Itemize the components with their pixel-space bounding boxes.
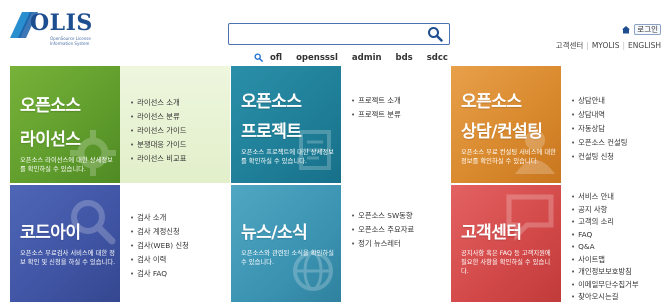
menu-link[interactable]: 컨설팅 신청 <box>571 150 660 164</box>
login-label: 로그인 <box>634 24 661 35</box>
search-box <box>228 23 450 45</box>
menu-link[interactable]: 라이선스 비교표 <box>130 152 230 166</box>
consulting-feature-panel[interactable]: 오픈소스 상담/컨설팅 오픈소스 무료 컨설팅 서비스에 대한 정보를 확인하실… <box>451 66 561 183</box>
divider: | <box>622 41 626 50</box>
tile-description: 공지사항 혹은 FAQ 등 고객지원에 필요한 사항을 확인하실 수 있습니다. <box>461 250 551 275</box>
codeeye-links: 검사 소개 검사 계정신청 검사(WEB) 신청 검사 이력 검사 FAQ <box>120 185 230 302</box>
keyword-link[interactable]: opensssl <box>296 53 338 63</box>
customer-center-tile: 고객센터 공지사항 혹은 FAQ 등 고객지원에 필요한 사항을 확인하실 수 … <box>451 185 660 302</box>
site-header: OLIS OpenSource License Information Syst… <box>0 0 669 66</box>
menu-link[interactable]: 오픈소스 컨설팅 <box>571 136 660 150</box>
menu-link[interactable]: 프로젝트 소개 <box>351 94 449 108</box>
menu-link[interactable]: 사이트맵 <box>571 254 660 267</box>
menu-link[interactable]: 검사 FAQ <box>130 267 230 281</box>
tile-title: 코드아이 <box>20 223 81 243</box>
keyword-link[interactable]: admin <box>352 53 382 63</box>
menu-link[interactable]: 상담안내 <box>571 94 660 108</box>
tile-title: 상담/컨설팅 <box>461 122 543 142</box>
divider: | <box>586 41 589 50</box>
project-tile: 오픈소스 프로젝트 오픈소스 프로젝트에 대한 상세정보를 확인하실 수 있습니… <box>231 66 449 183</box>
news-feature-panel[interactable]: 뉴스/소식 오픈소스와 관련된 소식을 확인하실 수 있습니다. <box>231 185 341 302</box>
menu-link[interactable]: 검사 이력 <box>130 253 230 267</box>
menu-link[interactable]: Q&A <box>571 241 660 254</box>
menu-link[interactable]: 서비스 안내 <box>571 191 660 204</box>
customer-center-feature-panel[interactable]: 고객센터 공지사항 혹은 FAQ 등 고객지원에 필요한 사항을 확인하실 수 … <box>451 185 561 302</box>
logo-text: OLIS <box>30 10 93 36</box>
license-feature-panel[interactable]: 오픈소스 라이선스 오픈소스 라이선스에 대한 상세정보를 확인하실 수 있습니… <box>10 66 120 183</box>
logo-subtitle: OpenSource License Information System <box>50 36 91 46</box>
menu-link[interactable]: 검사(WEB) 신청 <box>130 239 230 253</box>
menu-link[interactable]: 검사 계정신청 <box>130 225 230 239</box>
menu-link[interactable]: 라이선스 가이드 <box>130 124 230 138</box>
keyword-link[interactable]: ofl <box>270 53 282 63</box>
menu-link[interactable]: 오픈소스 SW동향 <box>351 209 449 223</box>
menu-link[interactable]: 공지 사항 <box>571 204 660 217</box>
license-tile: 오픈소스 라이선스 오픈소스 라이선스에 대한 상세정보를 확인하실 수 있습니… <box>10 66 230 183</box>
menu-link[interactable]: 라이선스 분류 <box>130 110 230 124</box>
tile-title: 프로젝트 <box>241 122 302 142</box>
menu-link[interactable]: 고객의 소리 <box>571 216 660 229</box>
top-links: 고객센터 | MYOLIS | ENGLISH <box>556 40 661 51</box>
project-links: 프로젝트 소개 프로젝트 분류 <box>341 66 449 183</box>
menu-link[interactable]: 개인정보보호방침 <box>571 266 660 279</box>
menu-link[interactable]: 오픈소스 주요자료 <box>351 223 449 237</box>
menu-link[interactable]: 자동상담 <box>571 122 660 136</box>
customer-center-link[interactable]: 고객센터 <box>556 41 584 50</box>
tile-title: 라이선스 <box>20 130 81 150</box>
codeeye-feature-panel[interactable]: 코드아이 오픈소스 무료검사 서비스에 대한 정보 확인 및 신청을 하실 수 … <box>10 185 120 302</box>
keyword-link[interactable]: sdcc <box>427 53 448 63</box>
tile-description: 오픈소스 무료 컨설팅 서비스에 대한 정보를 확인하실 수 있습니다. <box>461 149 556 165</box>
project-feature-panel[interactable]: 오픈소스 프로젝트 오픈소스 프로젝트에 대한 상세정보를 확인하실 수 있습니… <box>231 66 341 183</box>
menu-link[interactable]: 정기 뉴스레터 <box>351 237 449 251</box>
english-link[interactable]: ENGLISH <box>628 41 661 50</box>
search-input[interactable] <box>233 26 419 42</box>
menu-link[interactable]: 이메일무단수집거부 <box>571 279 660 292</box>
menu-link[interactable]: 상담내역 <box>571 108 660 122</box>
customer-center-links: 서비스 안내 공지 사항 고객의 소리 FAQ Q&A 사이트맵 개인정보보호방… <box>561 185 660 302</box>
tile-title: 고객센터 <box>461 223 522 243</box>
menu-link[interactable]: 분쟁대응 가이드 <box>130 138 230 152</box>
tile-description: 오픈소스와 관련된 소식을 확인하실 수 있습니다. <box>241 250 334 266</box>
menu-link[interactable]: FAQ <box>571 229 660 242</box>
keyword-link[interactable]: bds <box>396 53 413 63</box>
tile-description: 오픈소스 무료검사 서비스에 대한 정보 확인 및 신청을 하실 수 있습니다. <box>20 250 116 266</box>
tile-title: 뉴스/소식 <box>241 223 308 243</box>
tile-description: 오픈소스 라이선스에 대한 상세정보를 확인하실 수 있습니다. <box>20 157 113 173</box>
menu-tile-grid: 오픈소스 라이선스 오픈소스 라이선스에 대한 상세정보를 확인하실 수 있습니… <box>10 66 660 302</box>
consulting-tile: 오픈소스 상담/컨설팅 오픈소스 무료 컨설팅 서비스에 대한 정보를 확인하실… <box>451 66 660 183</box>
menu-link[interactable]: 프로젝트 분류 <box>351 108 449 122</box>
olis-logo[interactable]: OLIS OpenSource License Information Syst… <box>8 8 96 48</box>
popular-keywords: ofl opensssl admin bds sdcc <box>254 53 459 63</box>
menu-link[interactable]: 검사 소개 <box>130 211 230 225</box>
keyword-search-icon <box>254 53 263 62</box>
tile-description: 오픈소스 프로젝트에 대한 상세정보를 확인하실 수 있습니다. <box>241 149 334 165</box>
search-icon[interactable] <box>427 26 443 42</box>
tile-title: 오픈소스 <box>241 92 302 112</box>
tile-title: 오픈소스 <box>461 92 522 112</box>
menu-link[interactable]: 라이선스 소개 <box>130 96 230 110</box>
codeeye-tile: 코드아이 오픈소스 무료검사 서비스에 대한 정보 확인 및 신청을 하실 수 … <box>10 185 230 302</box>
license-links: 라이선스 소개 라이선스 분류 라이선스 가이드 분쟁대응 가이드 라이선스 비… <box>120 66 230 183</box>
consulting-links: 상담안내 상담내역 자동상담 오픈소스 컨설팅 컨설팅 신청 <box>561 66 660 183</box>
menu-link[interactable]: 찾아오시는길 <box>571 291 660 302</box>
myolis-link[interactable]: MYOLIS <box>592 41 620 50</box>
home-icon <box>621 26 630 34</box>
news-tile: 뉴스/소식 오픈소스와 관련된 소식을 확인하실 수 있습니다. 오픈소스 SW… <box>231 185 449 302</box>
tile-title: 오픈소스 <box>20 96 81 116</box>
login-link[interactable]: 로그인 <box>621 24 661 35</box>
news-links: 오픈소스 SW동향 오픈소스 주요자료 정기 뉴스레터 <box>341 185 449 302</box>
